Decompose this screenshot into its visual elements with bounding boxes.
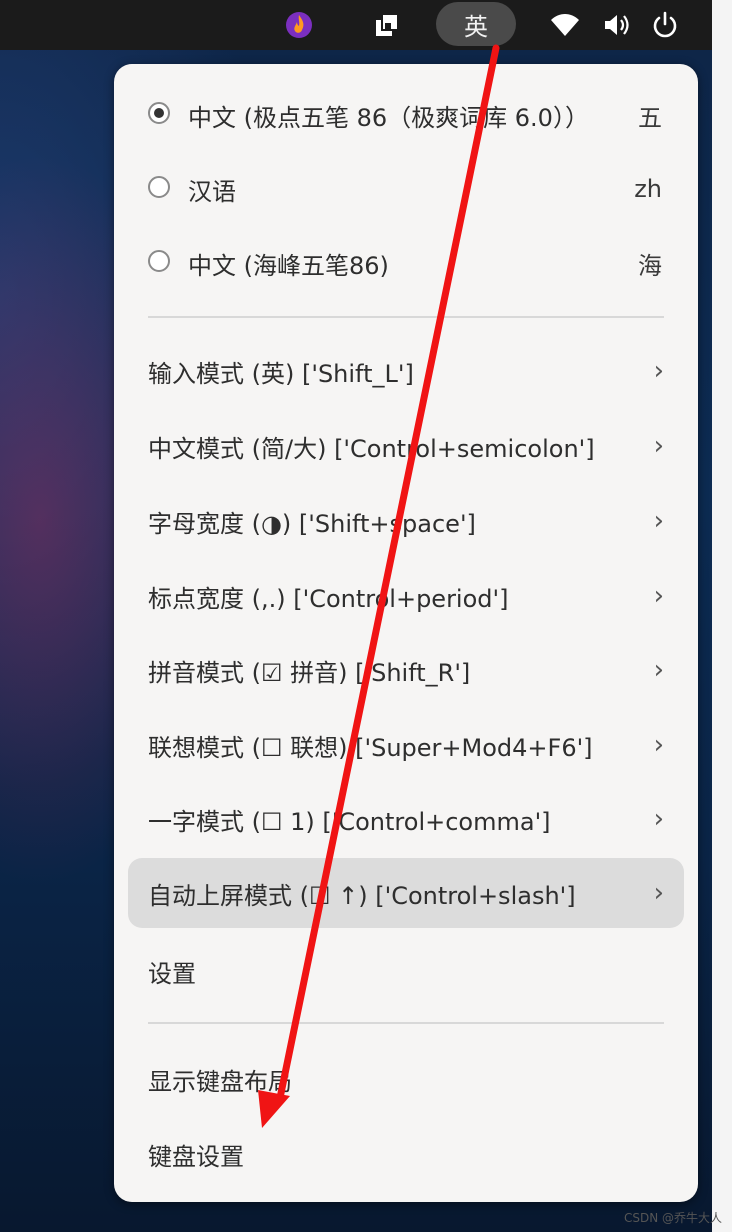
radio-unselected-icon (148, 250, 170, 272)
screen-edge (712, 0, 732, 1232)
radio-unselected-icon (148, 176, 170, 198)
chevron-right-icon: › (653, 581, 664, 611)
settings-label: 设置 (148, 959, 196, 988)
submenu-single-char-mode[interactable]: 一字模式 (☐ 1) ['Control+comma'] › (128, 784, 684, 854)
chevron-right-icon: › (653, 878, 664, 908)
radio-selected-icon (148, 102, 170, 124)
chevron-right-icon: › (653, 804, 664, 834)
input-method-menu: 中文 (极点五笔 86（极爽词库 6.0）） 五 汉语 zh 中文 (海峰五笔8… (114, 64, 698, 1202)
input-method-label: 中文 (海峰五笔86) (188, 251, 389, 280)
watermark: CSDN @乔牛大人 (623, 1211, 722, 1225)
submenu-label: 拼音模式 (☑ 拼音) ['Shift_R'] (148, 658, 471, 687)
chevron-right-icon: › (653, 431, 664, 461)
menu-separator (148, 316, 664, 318)
submenu-input-mode[interactable]: 输入模式 (英) ['Shift_L'] › (128, 336, 684, 406)
submenu-label: 中文模式 (简/大) ['Control+semicolon'] (148, 434, 595, 463)
submenu-auto-commit-mode[interactable]: 自动上屏模式 (☐ ↑) ['Control+slash'] › (128, 858, 684, 928)
show-keyboard-layout-item[interactable]: 显示键盘布局 (128, 1044, 684, 1114)
submenu-label: 标点宽度 (,.) ['Control+period'] (148, 584, 509, 613)
indicator-box-icon[interactable] (370, 8, 404, 42)
submenu-label: 自动上屏模式 (☐ ↑) ['Control+slash'] (148, 881, 576, 910)
wifi-icon[interactable] (548, 8, 582, 42)
input-method-short: zh (634, 175, 662, 203)
input-method-short: 海 (638, 251, 662, 280)
submenu-label: 输入模式 (英) ['Shift_L'] (148, 359, 414, 388)
submenu-pinyin-mode[interactable]: 拼音模式 (☑ 拼音) ['Shift_R'] › (128, 635, 684, 705)
submenu-punctuation-width[interactable]: 标点宽度 (,.) ['Control+period'] › (128, 561, 684, 631)
input-method-short: 五 (638, 103, 662, 132)
power-icon[interactable] (648, 8, 682, 42)
input-method-option-hanyu[interactable]: 汉语 zh (128, 154, 684, 224)
keyboard-settings-item[interactable]: 键盘设置 (128, 1119, 684, 1189)
chevron-right-icon: › (653, 506, 664, 536)
chevron-right-icon: › (653, 356, 664, 386)
submenu-label: 一字模式 (☐ 1) ['Control+comma'] (148, 807, 551, 836)
submenu-label: 字母宽度 (◑) ['Shift+space'] (148, 509, 476, 538)
input-method-indicator[interactable]: 英 (436, 2, 516, 46)
chevron-right-icon: › (653, 730, 664, 760)
chevron-right-icon: › (653, 655, 664, 685)
input-method-option-jidian[interactable]: 中文 (极点五笔 86（极爽词库 6.0）） 五 (128, 80, 684, 150)
submenu-label: 联想模式 (☐ 联想) ['Super+Mod4+F6'] (148, 733, 593, 762)
submenu-association-mode[interactable]: 联想模式 (☐ 联想) ['Super+Mod4+F6'] › (128, 710, 684, 780)
show-layout-label: 显示键盘布局 (148, 1067, 292, 1096)
input-method-option-haifeng[interactable]: 中文 (海峰五笔86) 海 (128, 228, 684, 298)
submenu-letter-width[interactable]: 字母宽度 (◑) ['Shift+space'] › (128, 486, 684, 556)
menu-separator (148, 1022, 664, 1024)
settings-item[interactable]: 设置 (128, 936, 684, 1006)
fcitx-flame-icon[interactable] (282, 8, 316, 42)
volume-icon[interactable] (600, 8, 634, 42)
submenu-chinese-mode[interactable]: 中文模式 (简/大) ['Control+semicolon'] › (128, 411, 684, 481)
top-bar: 英 (0, 0, 712, 50)
input-method-label: 汉语 (188, 177, 236, 206)
keyboard-settings-label: 键盘设置 (148, 1142, 244, 1171)
input-method-label: 中文 (极点五笔 86（极爽词库 6.0）） (188, 103, 589, 132)
